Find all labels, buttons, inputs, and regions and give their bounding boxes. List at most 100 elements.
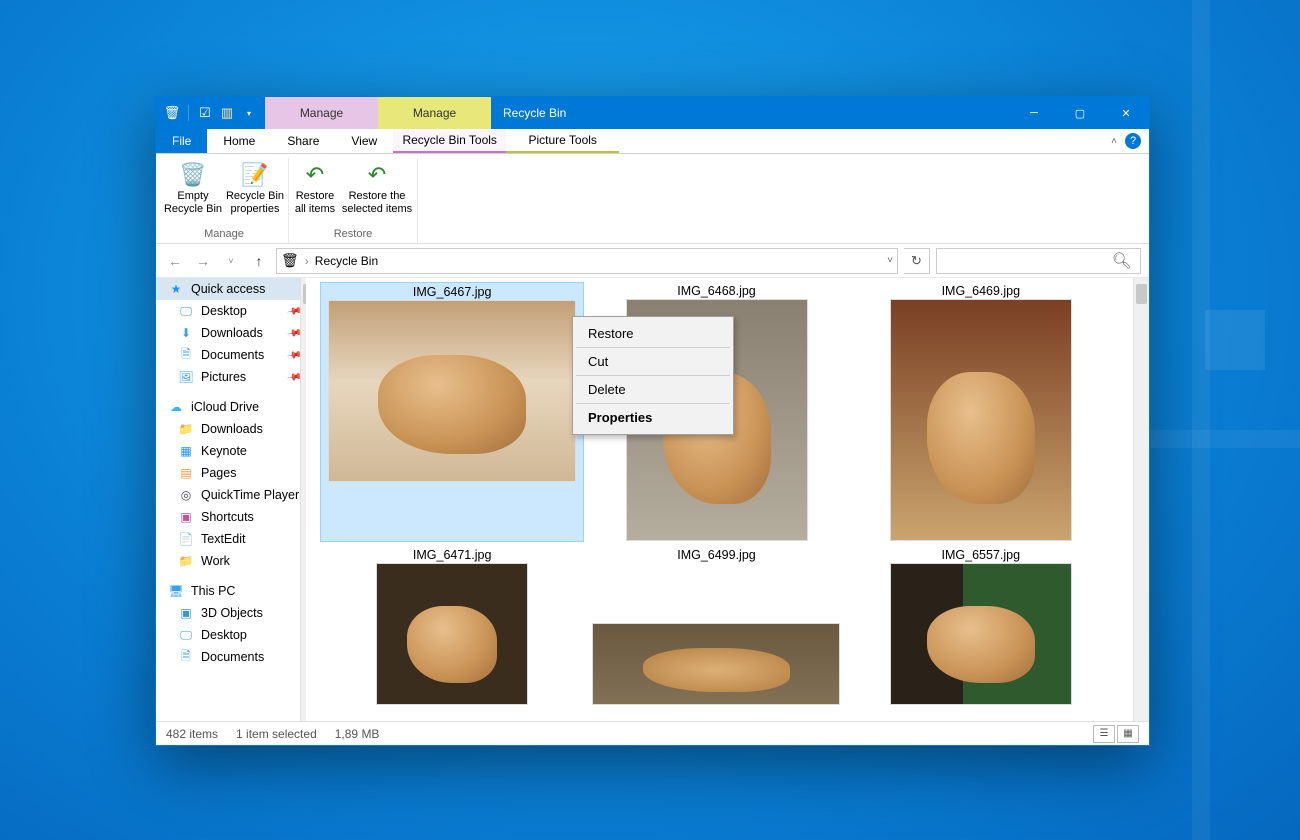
file-item[interactable]: IMG_6499.jpg (584, 546, 848, 706)
tab-view[interactable]: View (335, 129, 393, 153)
search-input[interactable]: 🔍︎ (936, 248, 1141, 274)
label: Pictures (201, 370, 246, 384)
button-label: Restore all items (291, 190, 339, 215)
label: Downloads (201, 422, 263, 436)
sidebar-item[interactable]: 📁Work (156, 550, 306, 572)
sidebar-item[interactable]: 🖵Desktop (156, 624, 306, 646)
image-thumbnail (891, 300, 1071, 540)
ribbon: 🗑️ Empty Recycle Bin 📝 Recycle Bin prope… (156, 154, 1149, 244)
button-label: Empty Recycle Bin (162, 190, 224, 215)
sidebar-item[interactable]: ▤Pages (156, 462, 306, 484)
label: Quick access (191, 282, 265, 296)
restore-all-icon: ↶ (306, 160, 324, 190)
collapse-ribbon-icon[interactable]: ˄ (1111, 136, 1117, 147)
tab-file[interactable]: File (156, 129, 207, 153)
maximize-button[interactable]: ▢ (1057, 97, 1103, 129)
3d-icon: ▣ (178, 605, 194, 621)
tab-share[interactable]: Share (271, 129, 335, 153)
address-bar[interactable]: 🗑 › Recycle Bin ˅ (276, 248, 898, 274)
view-toggle: ☰ ▦ (1093, 725, 1139, 743)
image-thumbnail (377, 564, 527, 704)
label: TextEdit (201, 532, 245, 546)
sidebar-item[interactable]: ▣Shortcuts (156, 506, 306, 528)
documents-icon: 🗎 (178, 347, 194, 363)
navigation-pane: ★Quick access 🖵Desktop📌 ⬇Downloads📌 🗎Doc… (156, 278, 306, 721)
file-item[interactable]: IMG_6471.jpg (320, 546, 584, 706)
tab-recyclebin-tools[interactable]: Recycle Bin Tools (393, 129, 506, 153)
status-size: 1,89 MB (335, 727, 380, 741)
file-item-selected[interactable]: IMG_6467.jpg (320, 282, 584, 542)
view-thumbnails-button[interactable]: ▦ (1117, 725, 1139, 743)
addr-dropdown-icon[interactable]: ˅ (887, 255, 893, 266)
refresh-button[interactable]: ↻ (904, 248, 930, 274)
label: iCloud Drive (191, 400, 259, 414)
close-button[interactable]: ✕ (1103, 97, 1149, 129)
file-item[interactable]: IMG_6469.jpg (849, 282, 1113, 542)
nav-recent-dropdown[interactable]: ˅ (220, 250, 242, 272)
main-scrollbar[interactable] (1133, 278, 1149, 721)
restore-all-button[interactable]: ↶ Restore all items (291, 158, 339, 226)
qat-dropdown-icon[interactable]: ▾ (241, 105, 257, 121)
image-thumbnail (891, 564, 1071, 704)
documents-icon: 🗎 (178, 649, 194, 665)
sidebar-this-pc[interactable]: 🖥This PC (156, 580, 306, 602)
star-icon: ★ (168, 281, 184, 297)
minimize-button[interactable]: ─ (1011, 97, 1057, 129)
image-thumbnail (593, 624, 839, 704)
empty-recycle-bin-button[interactable]: 🗑️ Empty Recycle Bin (162, 158, 224, 226)
recycle-bin-icon: 🗑 (281, 252, 299, 269)
restore-selected-button[interactable]: ↶ Restore the selected items (339, 158, 415, 226)
sidebar-item[interactable]: 📄TextEdit (156, 528, 306, 550)
sidebar-item[interactable]: ▣ 3D Objects (156, 602, 306, 624)
sidebar-item[interactable]: ▦ Keynote (156, 440, 306, 462)
ribbon-group-manage: 🗑️ Empty Recycle Bin 📝 Recycle Bin prope… (160, 158, 289, 243)
status-bar: 482 items 1 item selected 1,89 MB ☰ ▦ (156, 721, 1149, 745)
sidebar-item[interactable]: ◎QuickTime Player (156, 484, 306, 506)
folder-icon: 📁 (178, 553, 194, 569)
breadcrumb[interactable]: Recycle Bin (315, 254, 378, 268)
nav-up-button[interactable]: ↑ (248, 250, 270, 272)
context-menu-cut[interactable]: Cut (576, 348, 730, 376)
tab-home[interactable]: Home (207, 129, 271, 153)
help-icon[interactable]: ? (1125, 133, 1141, 149)
desktop-decoration (1192, 0, 1210, 840)
sidebar-quick-access[interactable]: ★ Quick access (156, 278, 306, 300)
sidebar-item-downloads[interactable]: ⬇Downloads📌 (156, 322, 306, 344)
folder-qat-icon[interactable]: ▥ (219, 105, 235, 121)
desktop-icon: 🖵 (178, 303, 194, 319)
context-menu-restore[interactable]: Restore (576, 320, 730, 348)
sidebar-item-pictures[interactable]: 🖼Pictures📌 (156, 366, 306, 388)
desktop-icon: 🖵 (178, 627, 194, 643)
sidebar-item-documents[interactable]: 🗎Documents📌 (156, 344, 306, 366)
status-selected-count: 1 item selected (236, 727, 317, 741)
shortcuts-icon: ▣ (178, 509, 194, 525)
sidebar-item[interactable]: 🗎Documents (156, 646, 306, 668)
group-label: Manage (204, 226, 244, 243)
file-item[interactable]: IMG_6557.jpg (849, 546, 1113, 706)
label: 3D Objects (201, 606, 263, 620)
desktop-decoration (1205, 310, 1265, 370)
label: Documents (201, 348, 264, 362)
file-name: IMG_6467.jpg (413, 285, 492, 301)
quick-access-toolbar: 🗑 ☑ ▥ ▾ (156, 97, 265, 129)
label: Keynote (201, 444, 247, 458)
context-tab-recyclebin[interactable]: Manage (265, 97, 378, 129)
restore-selected-icon: ↶ (368, 160, 386, 190)
context-menu-properties[interactable]: Properties (576, 404, 730, 431)
nav-back-button[interactable]: ← (164, 250, 186, 272)
file-name: IMG_6499.jpg (677, 548, 756, 564)
view-details-button[interactable]: ☰ (1093, 725, 1115, 743)
ribbon-tabs: File Home Share View Recycle Bin Tools P… (156, 129, 1149, 154)
context-tab-picture[interactable]: Manage (378, 97, 491, 129)
context-menu-delete[interactable]: Delete (576, 376, 730, 404)
tab-picture-tools[interactable]: Picture Tools (506, 129, 619, 153)
scrollbar-thumb[interactable] (1136, 284, 1147, 304)
window-title: Recycle Bin (491, 97, 1011, 129)
sidebar-item[interactable]: 📁Downloads (156, 418, 306, 440)
sidebar-icloud[interactable]: ☁iCloud Drive (156, 396, 306, 418)
sidebar-item-desktop[interactable]: 🖵Desktop📌 (156, 300, 306, 322)
keynote-icon: ▦ (178, 443, 194, 459)
recycle-bin-properties-button[interactable]: 📝 Recycle Bin properties (224, 158, 286, 226)
properties-qat-icon[interactable]: ☑ (197, 105, 213, 121)
titlebar[interactable]: 🗑 ☑ ▥ ▾ Manage Manage Recycle Bin ─ ▢ ✕ (156, 97, 1149, 129)
